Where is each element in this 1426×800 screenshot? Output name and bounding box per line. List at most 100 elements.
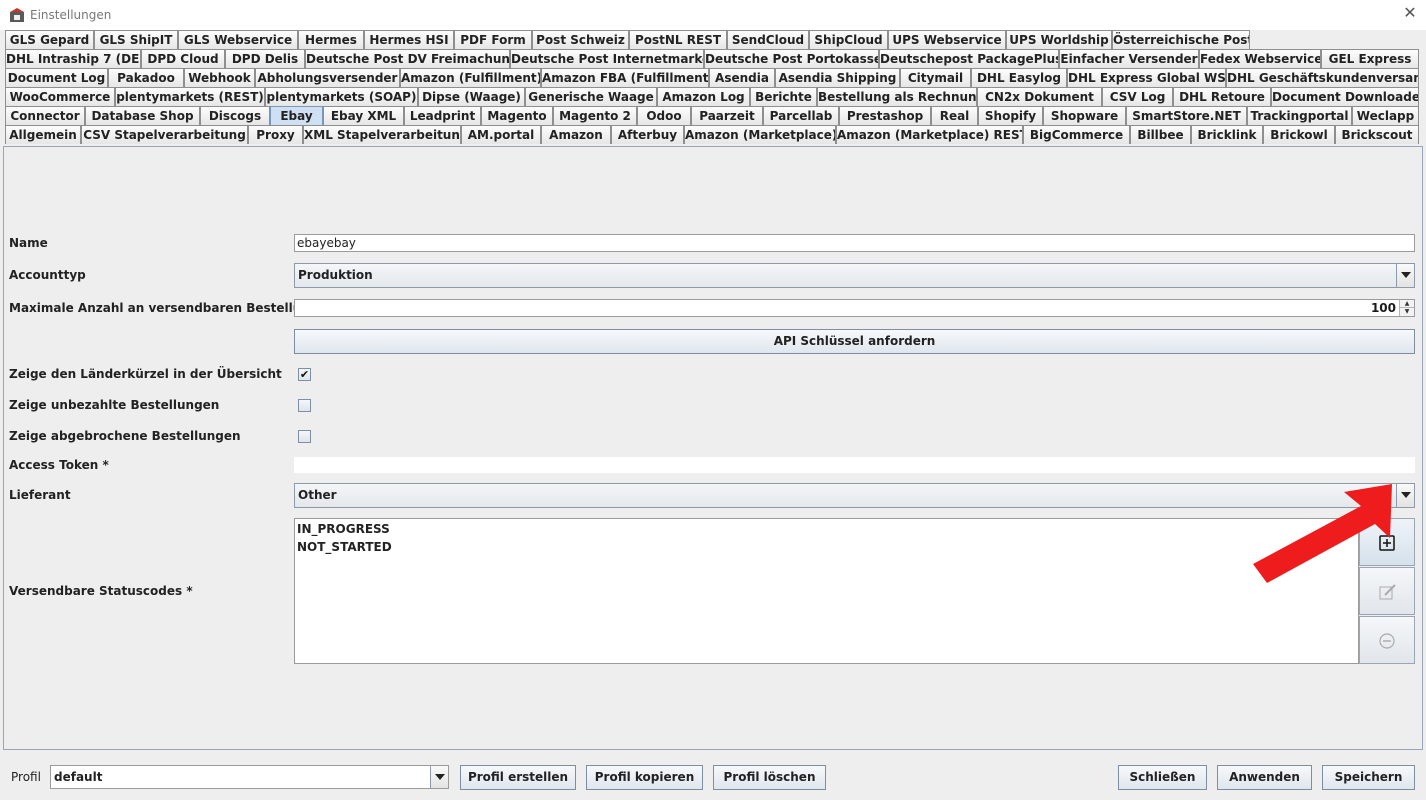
tab-csv-log[interactable]: CSV Log: [1102, 87, 1173, 106]
tab-billbee[interactable]: Billbee: [1130, 125, 1191, 144]
tab-dhl-express-global[interactable]: DHL Express Global WS: [1067, 68, 1226, 87]
tab-weclapp[interactable]: Weclapp: [1352, 106, 1419, 125]
tab-dp-internetmarke[interactable]: Deutsche Post Internetmarke: [510, 49, 704, 68]
tab-ups-worldship[interactable]: UPS Worldship: [1006, 30, 1112, 49]
tab-citymail[interactable]: Citymail: [900, 68, 971, 87]
tab-einfacher-versender[interactable]: Einfacher Versender: [1059, 49, 1199, 68]
tab-shopify[interactable]: Shopify: [978, 106, 1043, 125]
tab-magento[interactable]: Magento: [481, 106, 553, 125]
tab-dipse-waage[interactable]: Dipse (Waage): [418, 87, 525, 106]
tab-pakadoo[interactable]: Pakadoo: [108, 68, 184, 87]
tab-abholungsversender[interactable]: Abholungsversender: [255, 68, 400, 87]
tab-bestellung-als-rechnung[interactable]: Bestellung als Rechnung: [817, 87, 977, 106]
tab-document-downloader[interactable]: Document Downloader: [1271, 87, 1419, 106]
tab-dhl-intraship[interactable]: DHL Intraship 7 (DE): [5, 49, 141, 68]
tab-asendia[interactable]: Asendia: [709, 68, 775, 87]
tab-smartstore[interactable]: SmartStore.NET: [1126, 106, 1247, 125]
tab-post-schweiz[interactable]: Post Schweiz: [532, 30, 629, 49]
tab-magento-2[interactable]: Magento 2: [553, 106, 637, 125]
tab-odoo[interactable]: Odoo: [637, 106, 691, 125]
statuscodes-list[interactable]: IN_PROGRESS NOT_STARTED: [294, 518, 1359, 664]
abgebrochen-checkbox[interactable]: [298, 430, 311, 443]
tab-plentymarkets-soap[interactable]: plentymarkets (SOAP): [265, 87, 418, 106]
tab-discogs[interactable]: Discogs: [200, 106, 270, 125]
add-statuscode-button[interactable]: [1359, 518, 1415, 566]
tab-ebay-xml[interactable]: Ebay XML: [323, 106, 404, 125]
tab-hermes[interactable]: Hermes: [298, 30, 364, 49]
tab-csv-stapel[interactable]: CSV Stapelverarbeitung: [81, 125, 248, 144]
tab-proxy[interactable]: Proxy: [248, 125, 303, 144]
tab-trackingportal[interactable]: Trackingportal: [1247, 106, 1352, 125]
tab-fedex-webservice[interactable]: Fedex Webservice: [1199, 49, 1321, 68]
tab-dhl-retoure[interactable]: DHL Retoure: [1173, 87, 1271, 106]
tab-real[interactable]: Real: [931, 106, 978, 125]
tab-dpd-delis[interactable]: DPD Delis: [225, 49, 305, 68]
tab-amazon-log[interactable]: Amazon Log: [657, 87, 750, 106]
tab-xml-stapel[interactable]: XML Stapelverarbeitung: [303, 125, 461, 144]
tab-gel-express[interactable]: GEL Express: [1321, 49, 1419, 68]
tab-prestashop[interactable]: Prestashop: [839, 106, 931, 125]
tab-ebay[interactable]: Ebay: [270, 106, 323, 125]
tab-bricklink[interactable]: Bricklink: [1191, 125, 1263, 144]
tab-dp-dv-freimachung[interactable]: Deutsche Post DV Freimachung: [305, 49, 510, 68]
tab-amazon-marketplace[interactable]: Amazon (Marketplace): [684, 125, 836, 144]
tab-shipcloud[interactable]: ShipCloud: [809, 30, 888, 49]
tab-gls-webservice[interactable]: GLS Webservice: [178, 30, 298, 49]
tab-leadprint[interactable]: Leadprint: [404, 106, 481, 125]
tab-brickscout[interactable]: Brickscout: [1335, 125, 1419, 144]
tab-paarzeit[interactable]: Paarzeit: [691, 106, 763, 125]
profil-select[interactable]: default: [50, 765, 449, 789]
tab-berichte[interactable]: Berichte: [750, 87, 817, 106]
tab-plentymarkets-rest[interactable]: plentymarkets (REST): [115, 87, 265, 106]
list-item[interactable]: NOT_STARTED: [297, 540, 392, 554]
tab-allgemein[interactable]: Allgemein: [5, 125, 81, 144]
chevron-down-icon[interactable]: [1396, 264, 1414, 287]
tab-sendcloud[interactable]: SendCloud: [727, 30, 809, 49]
tab-amazon-fulfillment[interactable]: Amazon (Fulfillment): [400, 68, 541, 87]
tab-dp-packageplus[interactable]: Deutschepost PackagePlus: [879, 49, 1059, 68]
tab-hermes-hsi[interactable]: Hermes HSI: [364, 30, 454, 49]
tab-woocommerce[interactable]: WooCommerce: [5, 87, 115, 106]
save-button[interactable]: Speichern: [1322, 765, 1415, 790]
tab-dhl-easylog[interactable]: DHL Easylog: [971, 68, 1067, 87]
create-profile-button[interactable]: Profil erstellen: [460, 765, 576, 790]
tab-bigcommerce[interactable]: BigCommerce: [1023, 125, 1130, 144]
tab-am-portal[interactable]: AM.portal: [461, 125, 541, 144]
tab-amazon-fba[interactable]: Amazon FBA (Fulfillment): [541, 68, 709, 87]
copy-profile-button[interactable]: Profil kopieren: [586, 765, 703, 790]
spin-up-icon[interactable]: ▲: [1400, 300, 1414, 308]
tab-ups-webservice[interactable]: UPS Webservice: [888, 30, 1006, 49]
tab-database-shop[interactable]: Database Shop: [85, 106, 200, 125]
tab-afterbuy[interactable]: Afterbuy: [611, 125, 684, 144]
delete-profile-button[interactable]: Profil löschen: [713, 765, 826, 790]
tab-gls-shipit[interactable]: GLS ShipIT: [94, 30, 178, 49]
list-item[interactable]: IN_PROGRESS: [297, 522, 390, 536]
max-orders-spinner[interactable]: 100 ▲ ▼: [294, 299, 1415, 317]
tab-dpd-cloud[interactable]: DPD Cloud: [141, 49, 225, 68]
tab-pdf-form[interactable]: PDF Form: [454, 30, 532, 49]
tab-amazon-marketplace-rest[interactable]: Amazon (Marketplace) REST: [836, 125, 1023, 144]
edit-statuscode-button[interactable]: [1359, 567, 1415, 615]
tab-asendia-shipping[interactable]: Asendia Shipping: [775, 68, 900, 87]
laender-checkbox[interactable]: ✔: [298, 368, 311, 381]
tab-amazon[interactable]: Amazon: [541, 125, 611, 144]
tab-brickowl[interactable]: Brickowl: [1263, 125, 1335, 144]
tab-document-log[interactable]: Document Log: [5, 68, 108, 87]
close-icon[interactable]: ✕: [1400, 3, 1420, 23]
api-key-button[interactable]: API Schlüssel anfordern: [294, 329, 1415, 354]
tab-generische-waage[interactable]: Generische Waage: [525, 87, 657, 106]
chevron-down-icon[interactable]: [1396, 484, 1414, 507]
tab-oesterreichische-post[interactable]: Österreichische Post: [1112, 30, 1250, 49]
name-field[interactable]: ebayebay: [294, 234, 1415, 252]
tab-gls-gepard[interactable]: GLS Gepard: [5, 30, 94, 49]
unbezahlt-checkbox[interactable]: [298, 399, 311, 412]
spin-down-icon[interactable]: ▼: [1400, 308, 1414, 316]
chevron-down-icon[interactable]: [430, 766, 448, 788]
tab-connector[interactable]: Connector: [5, 106, 85, 125]
close-button[interactable]: Schließen: [1118, 765, 1207, 790]
tab-postnl-rest[interactable]: PostNL REST: [629, 30, 727, 49]
tab-dhl-geschaeftskunden[interactable]: DHL Geschäftskundenversand: [1226, 68, 1419, 87]
tab-parcellab[interactable]: Parcellab: [763, 106, 839, 125]
access-token-field[interactable]: [294, 457, 1415, 473]
tab-webhook[interactable]: Webhook: [184, 68, 255, 87]
